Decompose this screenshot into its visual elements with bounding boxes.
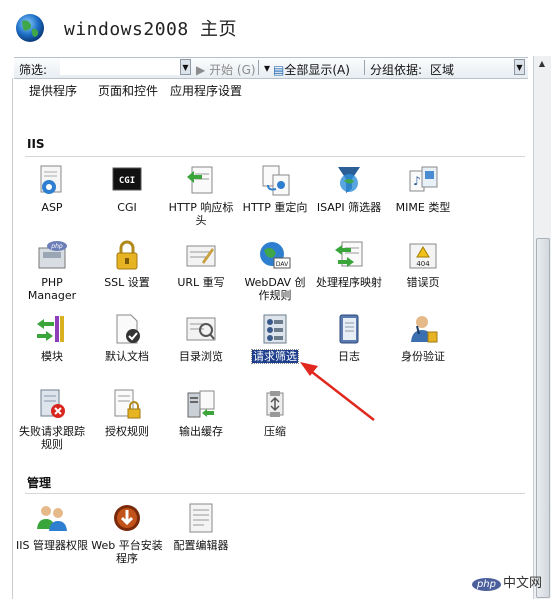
request-filtering-icon bbox=[263, 314, 287, 344]
feature-item-default-document[interactable]: 默认文档 bbox=[90, 312, 164, 363]
svg-text:♪: ♪ bbox=[413, 174, 421, 188]
svg-text:DAV: DAV bbox=[276, 261, 289, 268]
start-dropdown-arrow[interactable]: ▾ bbox=[264, 61, 270, 75]
feature-item-logging[interactable]: 日志 bbox=[312, 312, 386, 363]
show-all-icon: ▤ bbox=[273, 63, 285, 77]
vertical-scrollbar[interactable]: ▲ bbox=[533, 56, 551, 599]
filter-dropdown-button[interactable]: ▼ bbox=[180, 59, 191, 75]
feature-item-http-response-headers[interactable]: HTTP 响应标头 bbox=[164, 163, 238, 227]
show-all-button[interactable]: ▤全部显示(A) bbox=[273, 61, 350, 78]
asp-icon bbox=[40, 165, 62, 194]
php-logo: php bbox=[471, 578, 501, 591]
feature-item-request-filtering[interactable]: 请求筛选 bbox=[238, 312, 312, 364]
section-divider bbox=[25, 493, 525, 494]
webdav-icon: DAV bbox=[260, 242, 291, 269]
http-response-headers-icon bbox=[187, 166, 213, 194]
directory-browsing-icon bbox=[186, 317, 216, 341]
start-filter-button[interactable]: ▶ 开始 (G) bbox=[196, 61, 256, 78]
feature-item-url-rewrite[interactable]: URL 重写 bbox=[164, 238, 238, 289]
section-divider bbox=[25, 156, 525, 157]
default-document-icon bbox=[116, 314, 140, 344]
url-rewrite-icon bbox=[186, 245, 216, 267]
feature-item-webdav-authoring[interactable]: DAV WebDAV 创作规则 bbox=[238, 238, 312, 302]
svg-text:404: 404 bbox=[416, 260, 430, 268]
feature-item-compression[interactable]: 压缩 bbox=[238, 387, 312, 438]
group-by-select[interactable]: 区域 bbox=[430, 61, 454, 78]
web-platform-installer-icon bbox=[114, 505, 140, 531]
group-by-label: 分组依据: bbox=[370, 63, 423, 77]
compression-icon bbox=[266, 391, 284, 417]
start-icon: ▶ bbox=[196, 63, 206, 77]
feature-item-ssl-settings[interactable]: SSL 设置 bbox=[90, 238, 164, 289]
mime-types-icon: ♪ bbox=[409, 166, 438, 192]
cgi-icon: CGI bbox=[112, 167, 142, 191]
error-pages-icon: 404 bbox=[409, 243, 437, 269]
feature-item-asp[interactable]: ASP bbox=[15, 163, 89, 214]
toolbar-separator bbox=[364, 60, 365, 75]
feature-item-authentication[interactable]: 身份验证 bbox=[386, 312, 460, 363]
feature-item-modules[interactable]: 模块 bbox=[15, 312, 89, 363]
watermark: php 中文网 bbox=[471, 572, 542, 591]
output-caching-icon bbox=[187, 390, 215, 418]
feature-item-app-settings[interactable]: 应用程序设置 bbox=[160, 84, 252, 98]
feature-item-directory-browsing[interactable]: 目录浏览 bbox=[164, 312, 238, 363]
configuration-editor-icon bbox=[189, 503, 213, 533]
section-title-iis: IIS bbox=[27, 137, 45, 151]
feature-item-http-redirect[interactable]: HTTP 重定向 bbox=[238, 163, 312, 214]
feature-item-error-pages[interactable]: 404 错误页 bbox=[386, 238, 460, 289]
svg-text:CGI: CGI bbox=[119, 176, 135, 186]
feature-item-cgi[interactable]: CGI CGI bbox=[90, 163, 164, 214]
failed-request-tracing-icon bbox=[40, 389, 65, 418]
scrollbar-thumb[interactable] bbox=[536, 238, 550, 598]
svg-text:php: php bbox=[50, 243, 63, 250]
modules-icon bbox=[37, 316, 64, 342]
section-title-manage: 管理 bbox=[27, 476, 52, 490]
filter-label: 筛选: bbox=[19, 63, 48, 77]
filter-toolbar: 筛选: ▼ ▶ 开始 (G) ▾ ▤全部显示(A) 分组依据: 区域 ▼ bbox=[14, 57, 528, 79]
feature-item-iis-manager-permissions[interactable]: IIS 管理器权限 bbox=[15, 501, 89, 552]
php-manager-icon: php bbox=[38, 241, 67, 269]
feature-item-failed-request-tracing[interactable]: 失败请求跟踪规则 bbox=[15, 387, 89, 451]
feature-item-mime-types[interactable]: ♪ MIME 类型 bbox=[386, 163, 460, 214]
authorization-rules-icon bbox=[114, 389, 141, 419]
filter-input[interactable] bbox=[60, 59, 180, 75]
lock-icon bbox=[116, 240, 138, 270]
toolbar-separator bbox=[258, 60, 259, 75]
page-title: windows2008 主页 bbox=[64, 19, 238, 40]
globe-icon bbox=[16, 14, 44, 42]
authentication-icon bbox=[411, 316, 438, 343]
scroll-up-icon[interactable]: ▲ bbox=[536, 59, 548, 73]
feature-item-isapi-filters[interactable]: ISAPI 筛选器 bbox=[312, 163, 386, 214]
feature-item-web-platform-installer[interactable]: Web 平台安装程序 bbox=[90, 501, 164, 565]
feature-item-authorization-rules[interactable]: 授权规则 bbox=[90, 387, 164, 438]
handler-mappings-icon bbox=[335, 241, 363, 267]
feature-item-output-caching[interactable]: 输出缓存 bbox=[164, 387, 238, 438]
isapi-filters-icon bbox=[338, 167, 360, 193]
left-border bbox=[12, 78, 13, 599]
group-by-dropdown-button[interactable]: ▼ bbox=[514, 59, 525, 75]
page-header: windows2008 主页 bbox=[0, 0, 556, 56]
feature-item-configuration-editor[interactable]: 配置编辑器 bbox=[164, 501, 238, 552]
feature-item-handler-mappings[interactable]: 处理程序映射 bbox=[312, 238, 386, 289]
logging-icon bbox=[339, 314, 359, 344]
http-redirect-icon bbox=[262, 165, 290, 196]
feature-item-php-manager[interactable]: php PHP Manager bbox=[15, 238, 89, 302]
iis-manager-permissions-icon bbox=[37, 506, 67, 531]
